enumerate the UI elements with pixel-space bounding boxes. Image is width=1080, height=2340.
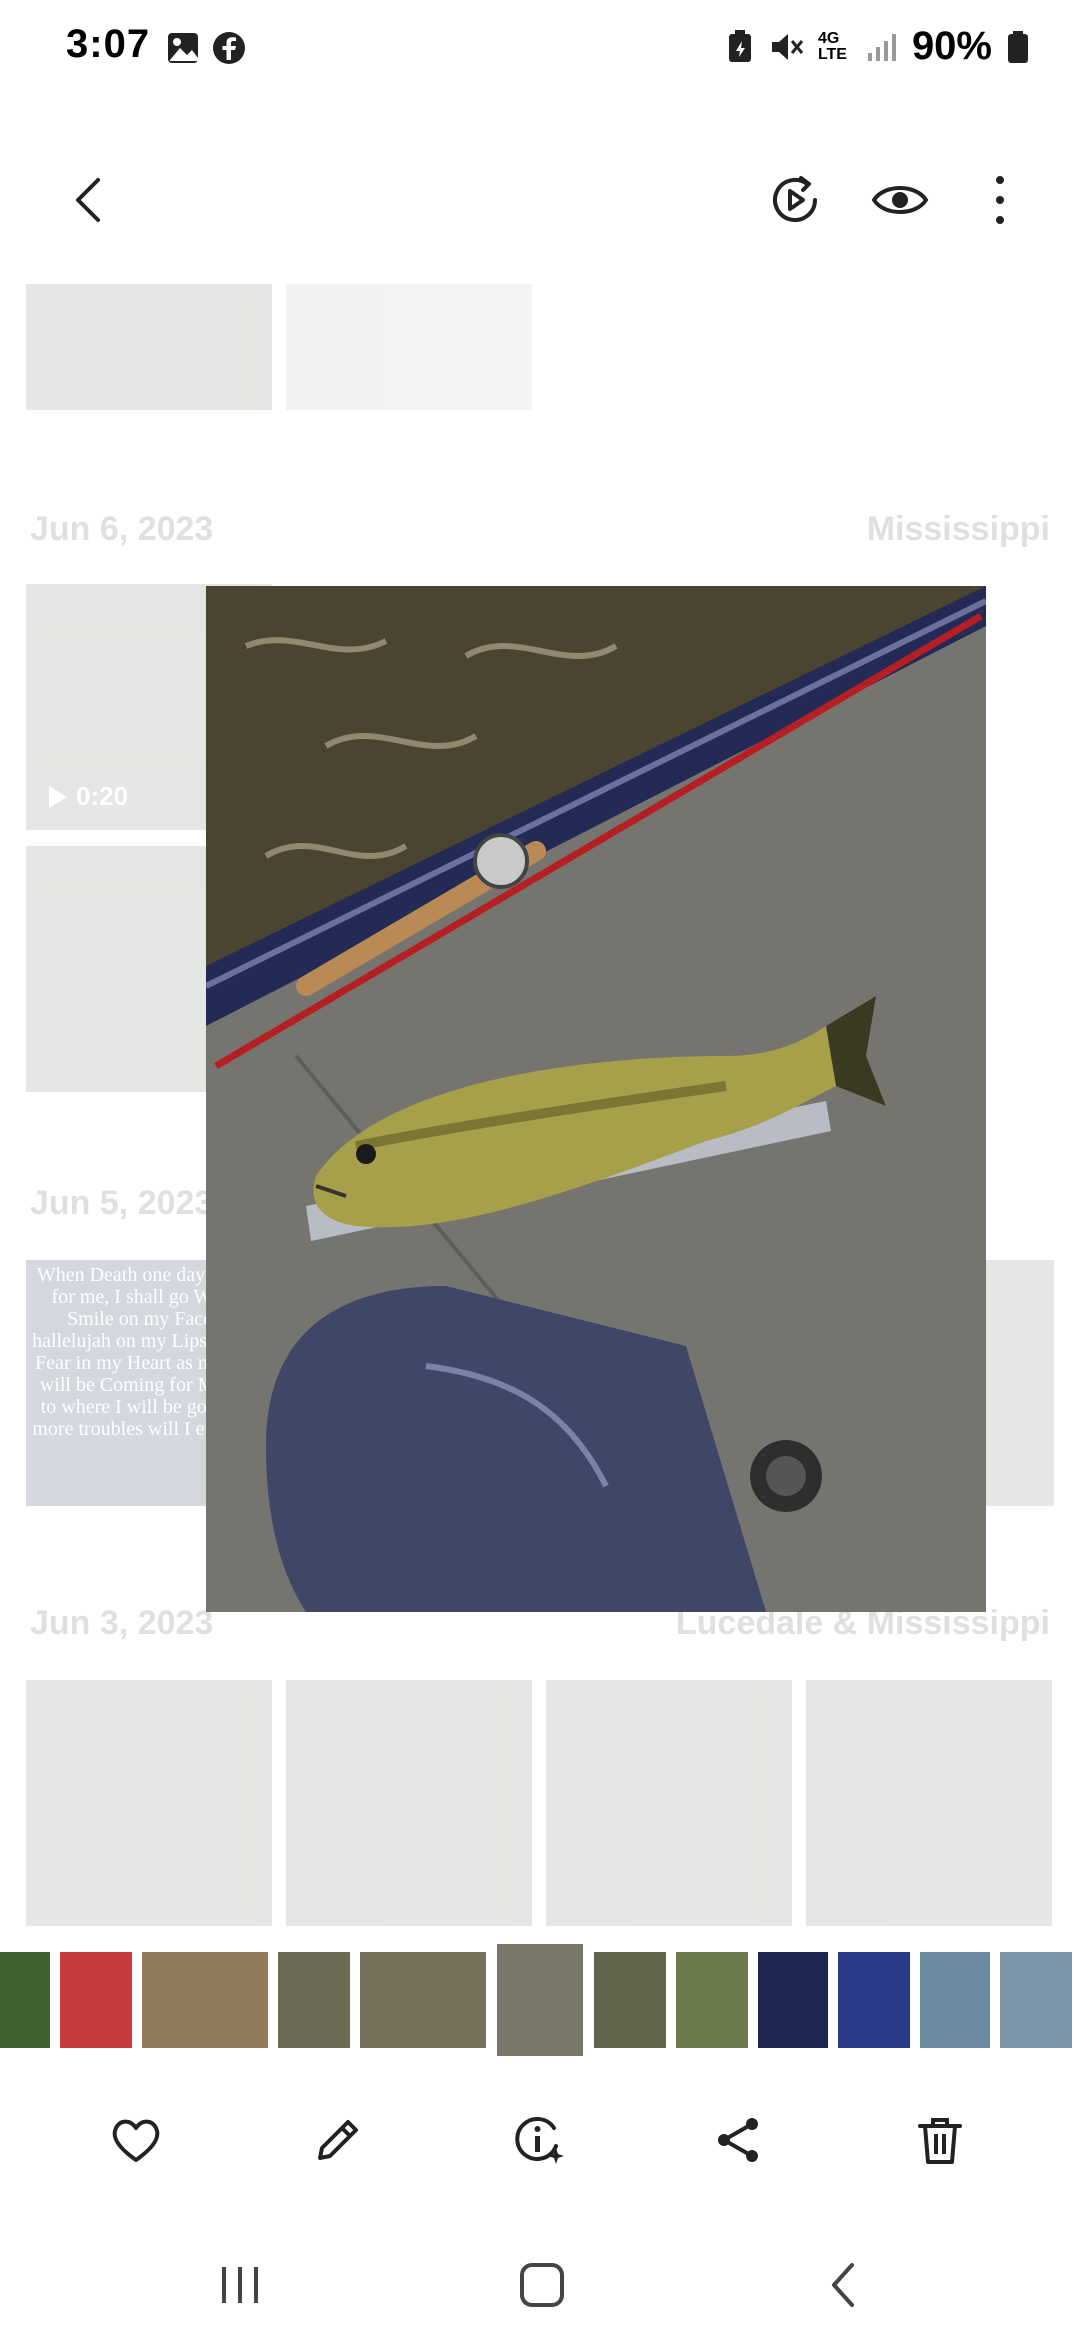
play-icon xyxy=(49,786,67,808)
share-button[interactable] xyxy=(708,2110,768,2170)
system-status-icons: 4G LTE 90% xyxy=(726,24,1030,69)
edit-button[interactable] xyxy=(308,2110,368,2170)
section-date: Jun 3, 2023 xyxy=(30,1604,214,1642)
filmstrip-thumbnail[interactable] xyxy=(278,1952,350,2048)
trash-icon xyxy=(918,2118,962,2164)
mute-icon xyxy=(771,33,804,60)
gallery-thumbnail xyxy=(286,1680,532,1926)
battery-icon xyxy=(1008,30,1028,63)
signal-icon xyxy=(867,33,896,61)
heart-icon xyxy=(112,2119,160,2162)
more-vert-icon xyxy=(996,176,1004,224)
gallery-notification-icon xyxy=(168,33,198,63)
gallery-thumbnail xyxy=(806,1680,1052,1926)
motion-play-icon xyxy=(773,176,817,222)
network-type: 4G LTE xyxy=(817,29,847,63)
gallery-thumbnail xyxy=(546,1680,792,1926)
notification-icons xyxy=(165,30,247,66)
home-button[interactable] xyxy=(512,2255,572,2315)
section-location: Mississippi xyxy=(866,510,1050,548)
filmstrip-thumbnail[interactable] xyxy=(142,1952,268,2048)
info-icon xyxy=(515,2117,564,2164)
filmstrip-thumbnail-selected[interactable] xyxy=(497,1944,583,2056)
action-bar xyxy=(0,2090,1080,2190)
gallery-thumbnail xyxy=(26,284,272,410)
recents-icon xyxy=(222,2267,258,2303)
section-date: Jun 5, 2023 xyxy=(30,1184,214,1222)
favorite-button[interactable] xyxy=(106,2110,166,2170)
share-icon xyxy=(718,2118,758,2162)
filmstrip-thumbnail[interactable] xyxy=(0,1952,50,2048)
details-button[interactable] xyxy=(508,2110,568,2170)
battery-saver-icon xyxy=(728,29,751,62)
filmstrip-thumbnail[interactable] xyxy=(594,1952,666,2048)
battery-percent: 90% xyxy=(911,24,992,68)
eye-icon xyxy=(871,186,929,214)
status-time: 3:07 xyxy=(66,22,151,66)
facebook-icon xyxy=(213,32,245,64)
system-back-button[interactable] xyxy=(816,2255,876,2315)
filmstrip-thumbnail[interactable] xyxy=(920,1952,990,2048)
filmstrip-thumbnail[interactable] xyxy=(360,1952,486,2048)
filmstrip-thumbnail[interactable] xyxy=(676,1952,748,2048)
edit-icon xyxy=(318,2120,358,2160)
gallery-thumbnail xyxy=(26,1680,272,1926)
home-icon xyxy=(520,2263,564,2307)
filmstrip-thumbnail[interactable] xyxy=(1000,1952,1072,2048)
viewer-toolbar xyxy=(0,130,1080,270)
view-button[interactable] xyxy=(870,170,930,230)
filmstrip-thumbnail[interactable] xyxy=(758,1952,828,2048)
filmstrip-thumbnail[interactable] xyxy=(838,1952,910,2048)
back-icon xyxy=(832,2263,854,2307)
system-navigation-bar xyxy=(0,2230,1080,2340)
more-options-button[interactable] xyxy=(970,170,1030,230)
status-bar: 3:07 4G LTE 90% xyxy=(0,0,1080,100)
section-date: Jun 6, 2023 xyxy=(30,510,214,548)
gallery-thumbnail xyxy=(286,284,532,410)
video-duration: 0:20 xyxy=(76,781,129,811)
delete-button[interactable] xyxy=(910,2110,970,2170)
recents-button[interactable] xyxy=(210,2255,270,2315)
back-button[interactable] xyxy=(60,170,120,230)
motion-play-button[interactable] xyxy=(765,170,825,230)
filmstrip[interactable] xyxy=(0,1944,1080,2056)
chevron-left-icon xyxy=(76,178,100,222)
filmstrip-thumbnail[interactable] xyxy=(60,1952,132,2048)
main-photo[interactable] xyxy=(206,586,986,1612)
